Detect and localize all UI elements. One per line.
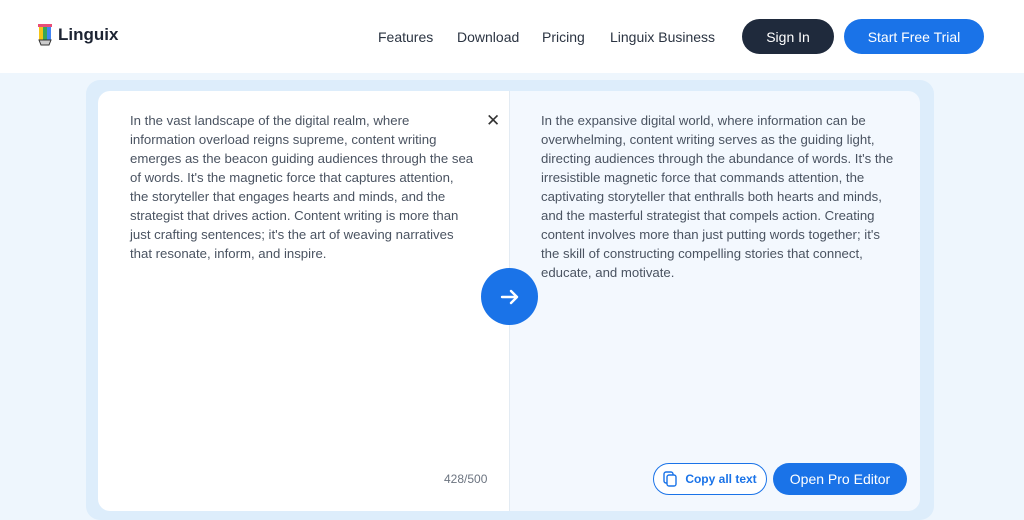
arrow-right-icon: [500, 289, 518, 304]
logo-text: Linguix: [58, 25, 119, 44]
nav-features[interactable]: Features: [378, 29, 433, 45]
nav-download[interactable]: Download: [457, 29, 519, 45]
open-pro-editor-button[interactable]: Open Pro Editor: [773, 463, 907, 495]
output-text: In the expansive digital world, where in…: [541, 113, 894, 280]
clear-icon[interactable]: ✕: [486, 111, 500, 131]
copy-icon: [663, 471, 678, 487]
header: Linguix Features Download Pricing Lingui…: [0, 0, 1024, 73]
nav-pricing[interactable]: Pricing: [542, 29, 585, 45]
nav-linguix-business[interactable]: Linguix Business: [610, 29, 715, 45]
rewrite-button[interactable]: [481, 268, 538, 325]
copy-label: Copy all text: [685, 472, 757, 486]
copy-all-text-button[interactable]: Copy all text: [653, 463, 767, 495]
character-count: 428/500: [444, 472, 488, 486]
linguix-logo-icon: [38, 24, 52, 46]
input-textarea[interactable]: In the vast landscape of the digital rea…: [130, 111, 475, 263]
start-free-trial-button[interactable]: Start Free Trial: [844, 19, 984, 54]
sign-in-button[interactable]: Sign In: [742, 19, 834, 54]
logo[interactable]: Linguix: [38, 24, 118, 46]
